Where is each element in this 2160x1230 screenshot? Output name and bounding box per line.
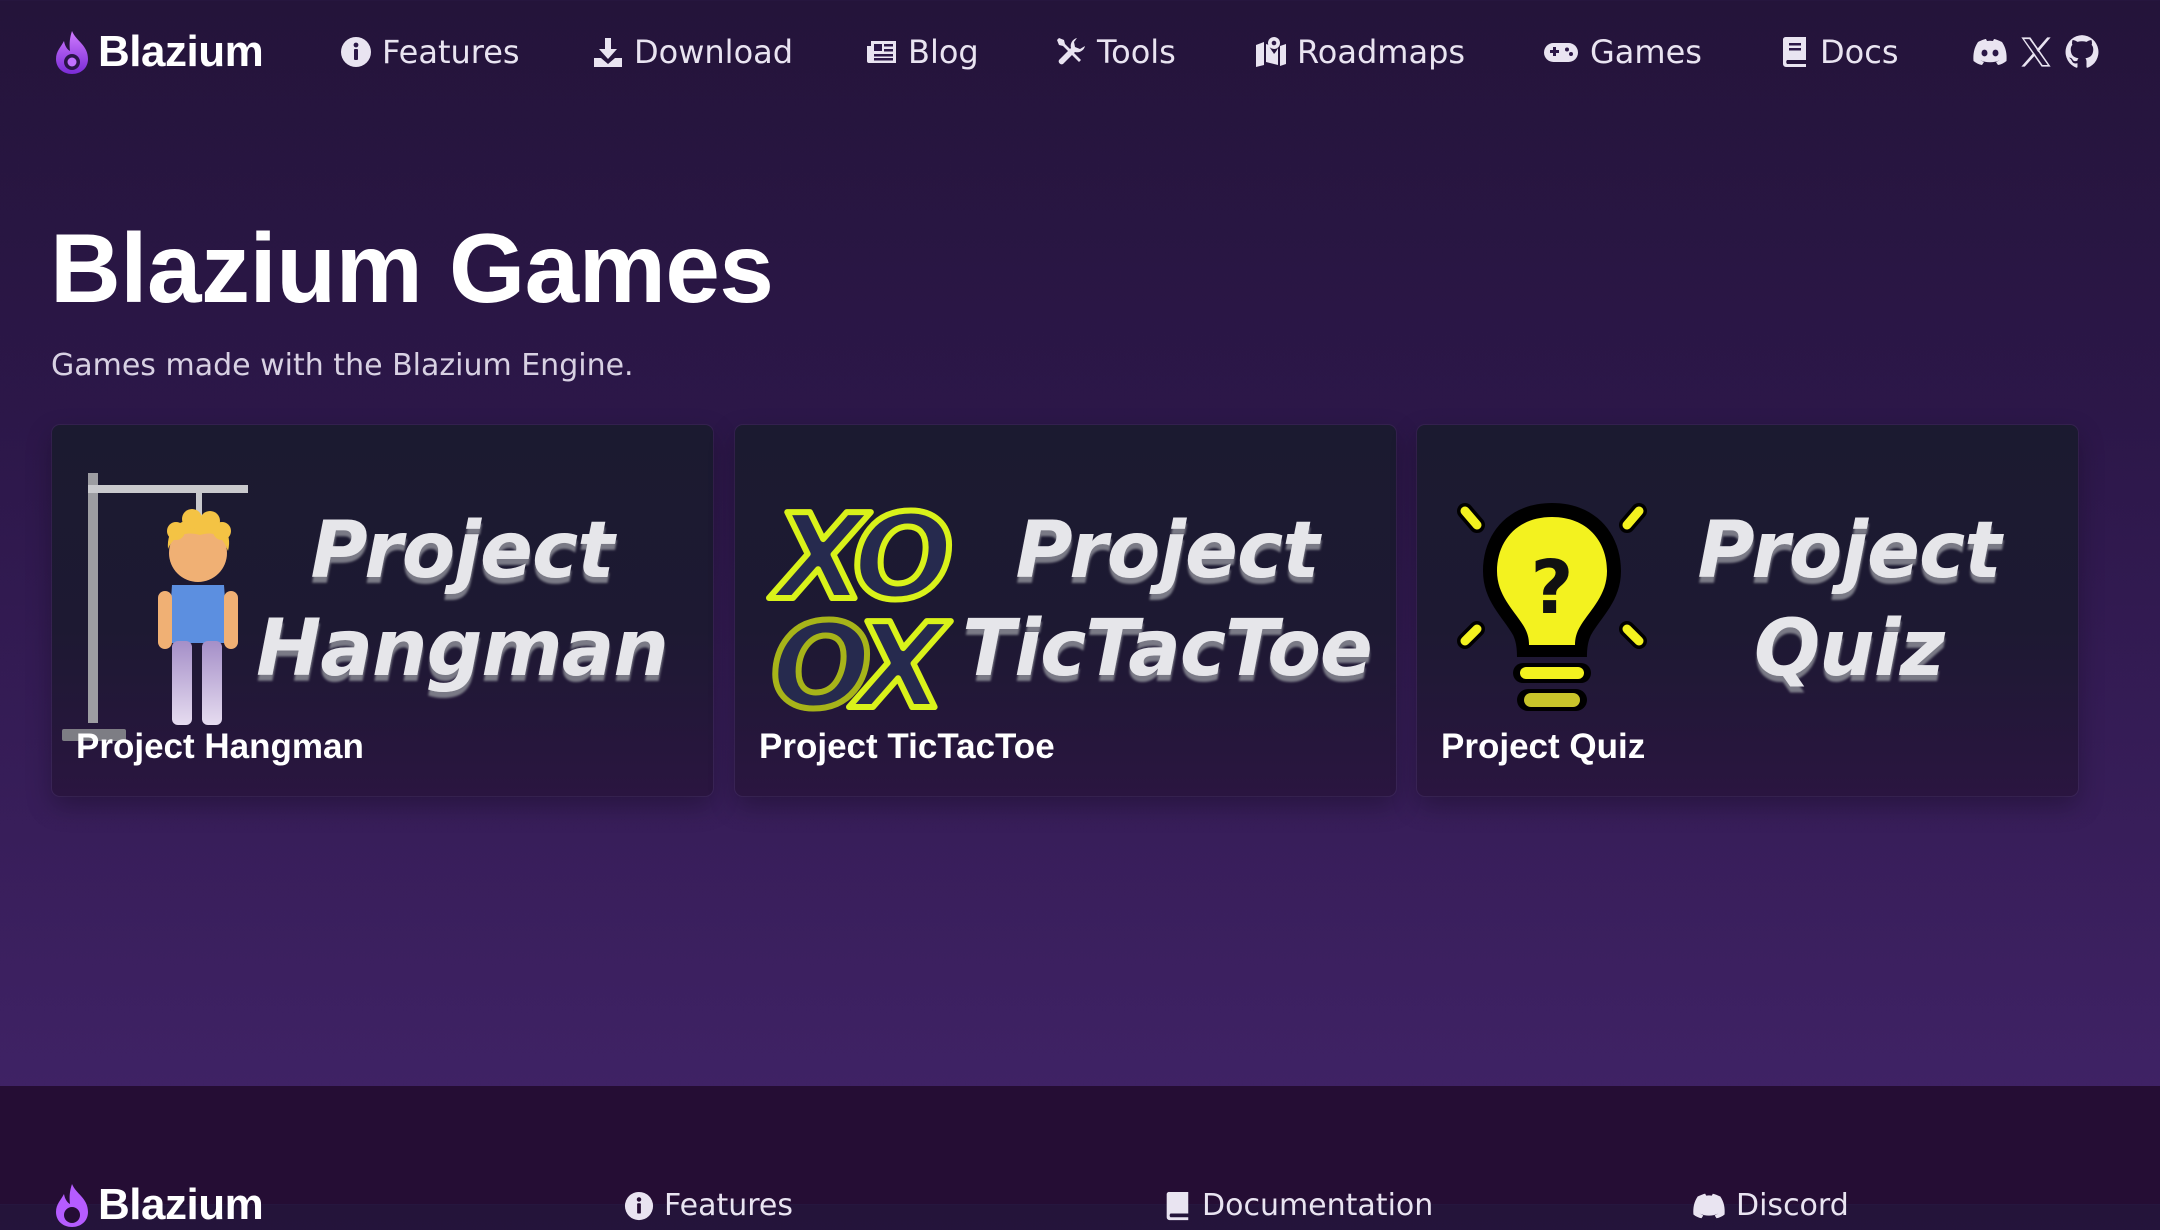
footer-link-documentation[interactable]: Documentation xyxy=(1162,1188,1433,1223)
svg-text:X: X xyxy=(849,597,951,735)
x-link[interactable] xyxy=(2018,34,2054,70)
page-title: Blazium Games xyxy=(50,213,774,323)
brand-name: Blazium xyxy=(98,27,264,76)
footer-link-features[interactable]: Features xyxy=(624,1188,793,1223)
nav-docs[interactable]: Docs xyxy=(1778,28,1898,76)
discord-icon xyxy=(1973,39,2007,65)
nav-features[interactable]: Features xyxy=(340,28,520,76)
footer-link-label: Documentation xyxy=(1202,1188,1434,1223)
info-circle-icon xyxy=(341,37,371,67)
tictactoe-art: X O O X Project TicTacToe xyxy=(766,485,1373,738)
discord-icon xyxy=(1693,1193,1725,1218)
flame-icon xyxy=(56,1184,88,1227)
game-card-title: Project Hangman xyxy=(76,727,364,766)
page-subtitle: Games made with the Blazium Engine. xyxy=(51,348,634,383)
lightbulb-question-icon: ? xyxy=(1457,503,1647,711)
site-footer: Blazium Features Documentation Discord xyxy=(0,1086,2160,1229)
nav-games[interactable]: Games xyxy=(1542,28,1702,76)
nav-label: Docs xyxy=(1820,33,1899,71)
footer-link-label: Discord xyxy=(1736,1188,1849,1223)
art-title-line1: Project xyxy=(1016,506,1323,596)
nav-label: Features xyxy=(382,33,520,71)
art-title-line2: Hangman xyxy=(256,604,668,694)
nav-tools[interactable]: Tools xyxy=(1055,28,1176,76)
map-icon xyxy=(1256,37,1286,67)
quiz-art: ? Project Quiz xyxy=(1457,503,2005,711)
hangman-art: Project Hangman xyxy=(62,473,669,741)
nav-roadmaps[interactable]: Roadmaps xyxy=(1255,28,1465,76)
game-card-hangman[interactable]: Project Hangman Project Hangman xyxy=(52,425,713,796)
x-icon xyxy=(2021,37,2051,67)
social-links xyxy=(1972,30,2100,74)
art-title-line2: TicTacToe xyxy=(962,604,1372,694)
brand-logo-link[interactable]: Blazium xyxy=(50,22,264,82)
nav-label: Blog xyxy=(908,33,979,71)
xo-grid-icon: X O O X xyxy=(766,485,956,738)
game-card-quiz[interactable]: ? Project Quiz Project Quiz xyxy=(1417,425,2078,796)
github-icon xyxy=(2065,35,2099,68)
nav-label: Download xyxy=(634,33,794,71)
nav-download[interactable]: Download xyxy=(592,28,793,76)
book-icon xyxy=(1783,36,1806,67)
flame-icon xyxy=(56,31,88,74)
footer-link-label: Features xyxy=(664,1188,793,1223)
art-title-line1: Project xyxy=(1698,506,2005,596)
art-title-line2: Quiz xyxy=(1754,604,1946,694)
nav-blog[interactable]: Blog xyxy=(866,28,979,76)
hangman-figure xyxy=(158,509,238,725)
discord-link[interactable] xyxy=(1972,34,2008,70)
newspaper-icon xyxy=(867,41,896,63)
tools-icon xyxy=(1057,38,1085,65)
art-title-line1: Project xyxy=(311,506,618,596)
book-icon xyxy=(1166,1191,1189,1220)
nav-label: Games xyxy=(1590,33,1702,71)
github-link[interactable] xyxy=(2064,34,2100,70)
game-card-tictactoe[interactable]: X O O X Project TicTacToe Project TicTac… xyxy=(735,425,1396,796)
game-card-title: Project Quiz xyxy=(1441,727,1646,766)
nav-label: Roadmaps xyxy=(1297,33,1466,71)
gamepad-icon xyxy=(1544,43,1578,62)
info-circle-icon xyxy=(624,1191,654,1220)
nav-label: Tools xyxy=(1097,33,1176,71)
footer-brand-link[interactable]: Blazium xyxy=(50,1180,264,1230)
download-icon xyxy=(594,38,622,67)
footer-brand-name: Blazium xyxy=(98,1180,264,1229)
footer-link-discord[interactable]: Discord xyxy=(1692,1188,1849,1223)
top-nav: Blazium Features Download Blog Tools Roa… xyxy=(0,0,2160,104)
svg-text:?: ? xyxy=(1531,545,1574,631)
game-card-title: Project TicTacToe xyxy=(759,727,1055,766)
